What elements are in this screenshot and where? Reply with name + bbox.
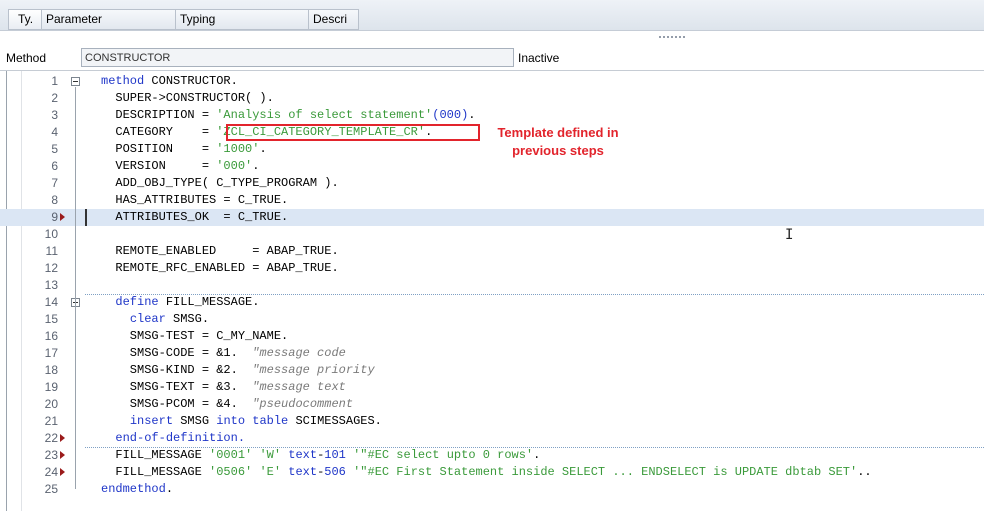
collapse-block-icon[interactable] [71, 77, 80, 86]
breakpoint-marker-icon[interactable] [60, 451, 65, 459]
code-text: SMSG-CODE = &1. "message code [101, 346, 346, 360]
code-line[interactable]: 14 define FILL_MESSAGE. [0, 294, 984, 311]
line-number: 20 [44, 397, 58, 411]
code-text: end-of-definition. [115, 431, 246, 445]
code-text: method CONSTRUCTOR. [101, 74, 238, 88]
code-line[interactable]: 24 FILL_MESSAGE '0506' 'E' text-506 '"#E… [0, 464, 984, 481]
column-header-typing[interactable]: Typing [176, 9, 309, 30]
code-text: REMOTE_RFC_ENABLED = ABAP_TRUE. [101, 261, 339, 275]
line-number: 17 [44, 346, 58, 360]
line-number: 21 [44, 414, 58, 428]
line-number: 24 [44, 465, 58, 479]
line-number: 13 [44, 278, 58, 292]
line-number: 3 [51, 108, 58, 122]
breakpoint-marker-icon[interactable] [60, 213, 65, 221]
breakpoint-marker-icon[interactable] [60, 468, 65, 476]
code-line[interactable]: 12 REMOTE_RFC_ENABLED = ABAP_TRUE. [0, 260, 984, 277]
method-label: Method [6, 51, 47, 65]
code-text: POSITION = '1000'. [101, 142, 267, 156]
code-line[interactable]: 22 end-of-definition. [0, 430, 984, 447]
line-number: 12 [44, 261, 58, 275]
category-highlight-box [226, 124, 480, 141]
column-header-type[interactable]: Ty. [8, 9, 42, 30]
code-text: endmethod. [101, 482, 174, 496]
line-number: 2 [51, 91, 58, 105]
code-line[interactable]: 20 SMSG-PCOM = &4. "pseudocomment [0, 396, 984, 413]
code-text: define FILL_MESSAGE. [115, 295, 260, 309]
parameter-columns: Ty. Parameter Typing Descri [8, 9, 359, 30]
line-number: 9 [51, 210, 58, 224]
code-line[interactable]: 19 SMSG-TEXT = &3. "message text [0, 379, 984, 396]
active-line-indicator [85, 209, 87, 226]
line-number: 8 [51, 193, 58, 207]
line-number: 25 [44, 482, 58, 496]
code-line[interactable]: 21 insert SMSG into table SCIMESSAGES. [0, 413, 984, 430]
code-line[interactable]: 9 ATTRIBUTES_OK = C_TRUE. [0, 209, 984, 226]
code-text: HAS_ATTRIBUTES = C_TRUE. [101, 193, 289, 207]
line-number: 16 [44, 329, 58, 343]
line-number: 14 [44, 295, 58, 309]
code-line[interactable]: 23 FILL_MESSAGE '0001' 'W' text-101 '"#E… [0, 447, 984, 464]
code-line[interactable]: 25 endmethod. [0, 481, 984, 498]
code-line[interactable]: 11 REMOTE_ENABLED = ABAP_TRUE. [0, 243, 984, 260]
code-line[interactable]: 3 DESCRIPTION = 'Analysis of select stat… [0, 107, 984, 124]
code-text: FILL_MESSAGE '0506' 'E' text-506 '"#EC F… [101, 465, 872, 479]
line-number: 4 [51, 125, 58, 139]
code-line[interactable]: 17 SMSG-CODE = &1. "message code [0, 345, 984, 362]
code-text: insert SMSG into table SCIMESSAGES. [129, 414, 382, 428]
parameter-header-bar: Ty. Parameter Typing Descri [0, 0, 984, 31]
method-status: Inactive [518, 51, 560, 65]
code-line[interactable]: 13 [0, 277, 984, 294]
code-text: SMSG-KIND = &2. "message priority [101, 363, 375, 377]
line-number: 1 [51, 74, 58, 88]
line-number: 22 [44, 431, 58, 445]
code-text: ADD_OBJ_TYPE( C_TYPE_PROGRAM ). [101, 176, 339, 190]
annotation-callout: Template defined in previous steps [484, 124, 632, 160]
splitter-grip-icon[interactable] [658, 35, 686, 39]
line-number: 7 [51, 176, 58, 190]
code-text: clear SMSG. [129, 312, 210, 326]
code-text: REMOTE_ENABLED = ABAP_TRUE. [101, 244, 339, 258]
column-header-parameter[interactable]: Parameter [42, 9, 176, 30]
method-fold-guide [75, 87, 76, 489]
code-text: SMSG-TEXT = &3. "message text [101, 380, 346, 394]
code-line[interactable]: 16 SMSG-TEST = C_MY_NAME. [0, 328, 984, 345]
code-line[interactable]: 18 SMSG-KIND = &2. "message priority [0, 362, 984, 379]
code-line[interactable]: 15 clear SMSG. [0, 311, 984, 328]
code-text: DESCRIPTION = 'Analysis of select statem… [101, 108, 476, 122]
code-text: SUPER->CONSTRUCTOR( ). [101, 91, 274, 105]
code-text: ATTRIBUTES_OK = C_TRUE. [101, 210, 289, 224]
method-row: Method Inactive [0, 47, 984, 69]
code-text: SMSG-TEST = C_MY_NAME. [101, 329, 289, 343]
annotation-line-1: Template defined in [497, 125, 619, 140]
line-number: 15 [44, 312, 58, 326]
line-number: 19 [44, 380, 58, 394]
line-number: 5 [51, 142, 58, 156]
line-number: 18 [44, 363, 58, 377]
annotation-line-2: previous steps [512, 143, 604, 158]
code-line[interactable]: 2 SUPER->CONSTRUCTOR( ). [0, 90, 984, 107]
code-line[interactable]: 6 VERSION = '000'. [0, 158, 984, 175]
block-separator [85, 294, 984, 295]
code-text: VERSION = '000'. [101, 159, 260, 173]
code-line[interactable]: 7 ADD_OBJ_TYPE( C_TYPE_PROGRAM ). [0, 175, 984, 192]
text-cursor-icon: I [785, 227, 794, 243]
column-header-description[interactable]: Descri [309, 9, 359, 30]
method-name-field[interactable] [81, 48, 514, 67]
code-line[interactable]: 8 HAS_ATTRIBUTES = C_TRUE. [0, 192, 984, 209]
code-text: SMSG-PCOM = &4. "pseudocomment [101, 397, 354, 411]
code-text: FILL_MESSAGE '0001' 'W' text-101 '"#EC s… [101, 448, 541, 462]
line-number: 23 [44, 448, 58, 462]
breakpoint-marker-icon[interactable] [60, 434, 65, 442]
block-separator [85, 447, 984, 448]
line-number: 6 [51, 159, 58, 173]
code-line[interactable]: 1 method CONSTRUCTOR. [0, 73, 984, 90]
line-number: 10 [44, 227, 58, 241]
code-line[interactable]: 10 [0, 226, 984, 243]
line-number: 11 [45, 244, 58, 258]
